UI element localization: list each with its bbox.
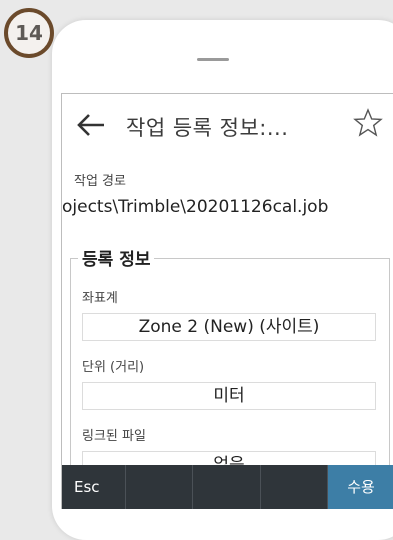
page-title: 작업 등록 정보:... — [126, 116, 289, 140]
device-speaker — [197, 58, 229, 61]
coordinate-system-label: 좌표계 — [82, 291, 118, 306]
softkey-empty-2[interactable] — [193, 465, 261, 509]
favorite-star-icon[interactable] — [353, 108, 387, 142]
softkey-empty-1[interactable] — [126, 465, 193, 509]
units-distance-field[interactable]: 미터 — [82, 382, 376, 410]
softkey-bar: Esc 수용 — [62, 465, 393, 509]
step-number-badge: 14 — [4, 8, 54, 58]
accept-button[interactable]: 수용 — [328, 465, 393, 509]
linked-files-label: 링크된 파일 — [82, 429, 146, 444]
job-path-text: ojects\Trimble\20201126cal.job — [62, 197, 329, 217]
coordinate-system-field[interactable]: Zone 2 (New) (사이트) — [82, 313, 376, 341]
title-bar: 작업 등록 정보:... — [62, 94, 393, 154]
back-arrow-icon[interactable] — [74, 108, 108, 142]
units-distance-label: 단위 (거리) — [82, 360, 145, 375]
esc-button[interactable]: Esc — [62, 465, 126, 509]
app-screen: 작업 등록 정보:... 작업 경로 ojects\Trimble\202011… — [61, 93, 393, 509]
registration-info-legend: 등록 정보 — [78, 245, 155, 270]
job-path-label: 작업 경로 — [74, 174, 126, 189]
softkey-empty-3[interactable] — [261, 465, 328, 509]
job-path-value: ojects\Trimble\20201126cal.job — [62, 197, 393, 221]
